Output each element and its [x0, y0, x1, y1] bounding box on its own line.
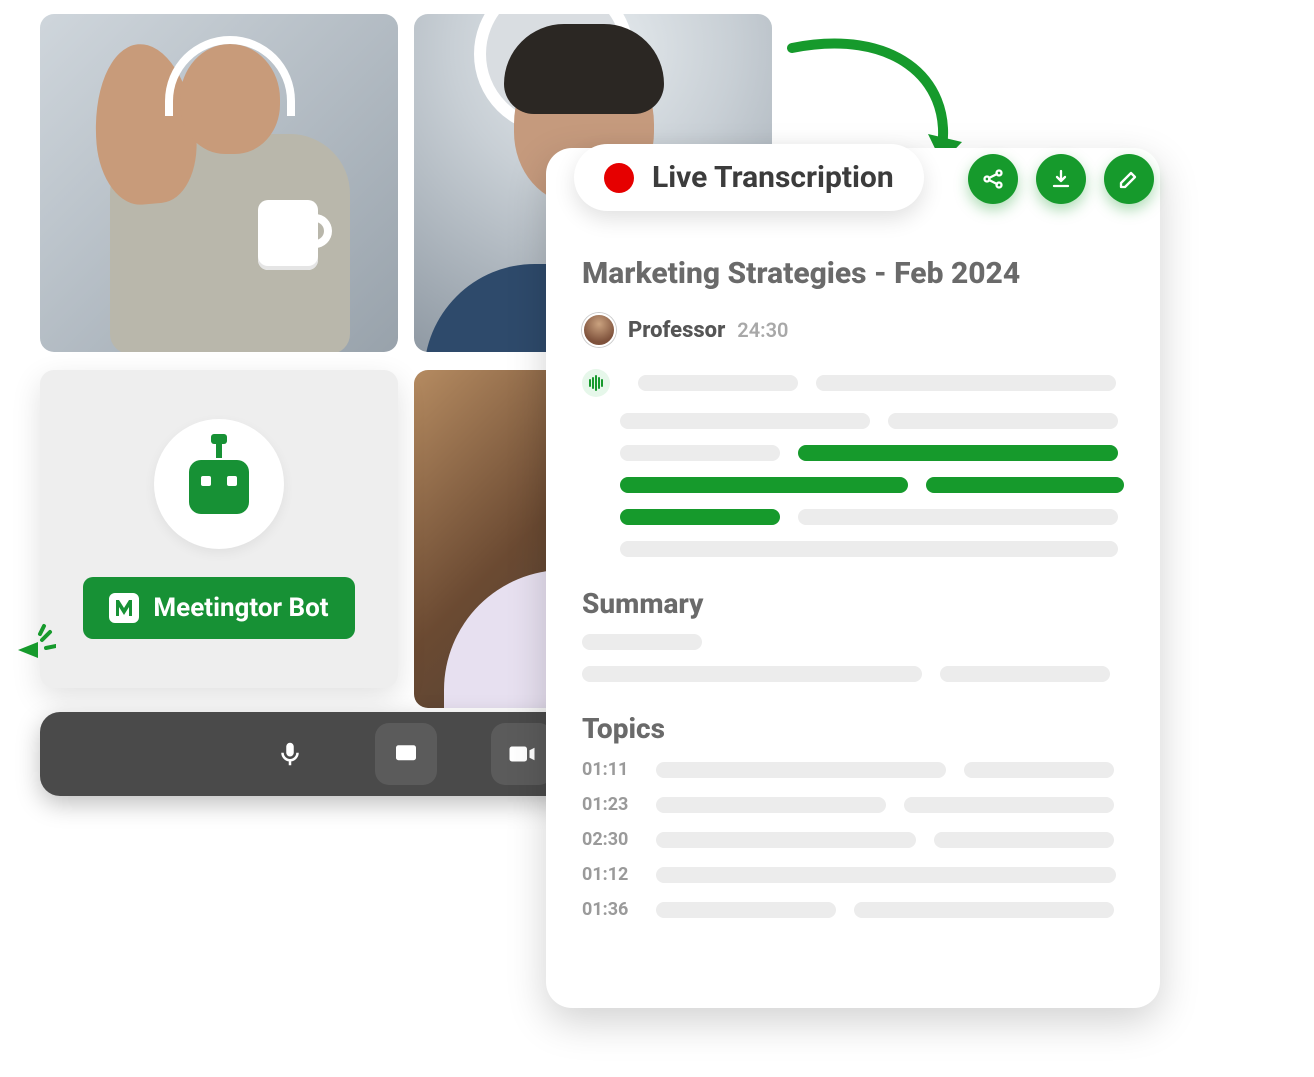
summary-placeholder-row [582, 634, 1124, 650]
transcript-placeholder-row [620, 477, 1124, 493]
summary-heading: Summary [582, 587, 1124, 620]
placeholder-bar [620, 413, 870, 429]
headphones-icon [165, 36, 295, 116]
topic-row[interactable]: 01:23 [582, 794, 1124, 815]
live-label: Live Transcription [652, 160, 894, 195]
edit-icon [1117, 167, 1141, 191]
highlighted-bar [620, 509, 780, 525]
placeholder-bar [582, 666, 922, 682]
topic-time: 02:30 [582, 829, 638, 850]
placeholder-bar [620, 445, 780, 461]
transcript-lines [582, 369, 1124, 557]
present-screen-icon [391, 739, 421, 769]
present-screen-button[interactable] [375, 723, 437, 785]
topic-row[interactable]: 02:30 [582, 829, 1124, 850]
placeholder-bar [964, 762, 1114, 778]
panel-action-group [968, 154, 1164, 204]
record-indicator-icon [604, 163, 634, 193]
placeholder-bar [656, 832, 916, 848]
placeholder-bar [656, 867, 1116, 883]
speaker-avatar [582, 313, 616, 347]
placeholder-bar [940, 666, 1110, 682]
highlighted-bar [926, 477, 1124, 493]
download-icon [1049, 167, 1073, 191]
placeholder-bar [656, 902, 836, 918]
transcript-placeholder-row [582, 369, 1124, 397]
placeholder-bar [798, 509, 1118, 525]
robot-icon [183, 454, 255, 514]
placeholder-bar [934, 832, 1114, 848]
placeholder-bar [656, 762, 946, 778]
placeholder-bar [582, 634, 702, 650]
speaker-row: Professor 24:30 [582, 313, 1124, 347]
highlighted-bar [620, 477, 908, 493]
bot-card: Meetingtor Bot [40, 370, 398, 688]
audio-wave-icon [582, 369, 610, 397]
edit-button[interactable] [1104, 154, 1154, 204]
topic-time: 01:11 [582, 759, 638, 780]
placeholder-bar [816, 375, 1116, 391]
bot-avatar-circle [154, 419, 284, 549]
microphone-button[interactable] [259, 723, 321, 785]
placeholder-bar [638, 375, 798, 391]
transcript-placeholder-row [620, 413, 1124, 429]
video-camera-icon [507, 739, 537, 769]
topic-row[interactable]: 01:36 [582, 899, 1124, 920]
placeholder-bar [888, 413, 1118, 429]
video-camera-button[interactable] [491, 723, 553, 785]
meetingtor-bot-button[interactable]: Meetingtor Bot [83, 577, 354, 639]
topic-row[interactable]: 01:12 [582, 864, 1124, 885]
transcript-placeholder-row [620, 445, 1124, 461]
microphone-icon [275, 739, 305, 769]
topic-row[interactable]: 01:11 [582, 759, 1124, 780]
person-hair [504, 24, 664, 114]
transcript-placeholder-row [620, 509, 1124, 525]
mug-icon [258, 200, 318, 270]
topics-list: 01:11 01:23 02:30 01:12 [582, 759, 1124, 920]
speaker-time: 24:30 [737, 318, 788, 342]
transcription-title: Marketing Strategies - Feb 2024 [582, 256, 1124, 291]
topic-time: 01:23 [582, 794, 638, 815]
download-button[interactable] [1036, 154, 1086, 204]
cursor-highlight-icon [16, 622, 56, 662]
share-icon [981, 167, 1005, 191]
topics-heading: Topics [582, 712, 1124, 745]
topic-time: 01:36 [582, 899, 638, 920]
speaker-name: Professor [628, 318, 725, 343]
transcription-panel: Live Transcription Marketing Strategies … [546, 148, 1160, 1008]
live-transcription-pill: Live Transcription [574, 144, 924, 211]
highlighted-bar [798, 445, 1118, 461]
placeholder-bar [656, 797, 886, 813]
placeholder-bar [904, 797, 1114, 813]
brand-m-badge-icon [109, 593, 139, 623]
summary-placeholder-row [582, 666, 1124, 682]
share-button[interactable] [968, 154, 1018, 204]
placeholder-bar [620, 541, 1118, 557]
video-tile-participant-1 [40, 14, 398, 352]
topic-time: 01:12 [582, 864, 638, 885]
bot-button-label: Meetingtor Bot [153, 593, 328, 623]
transcript-placeholder-row [620, 541, 1124, 557]
placeholder-bar [854, 902, 1114, 918]
